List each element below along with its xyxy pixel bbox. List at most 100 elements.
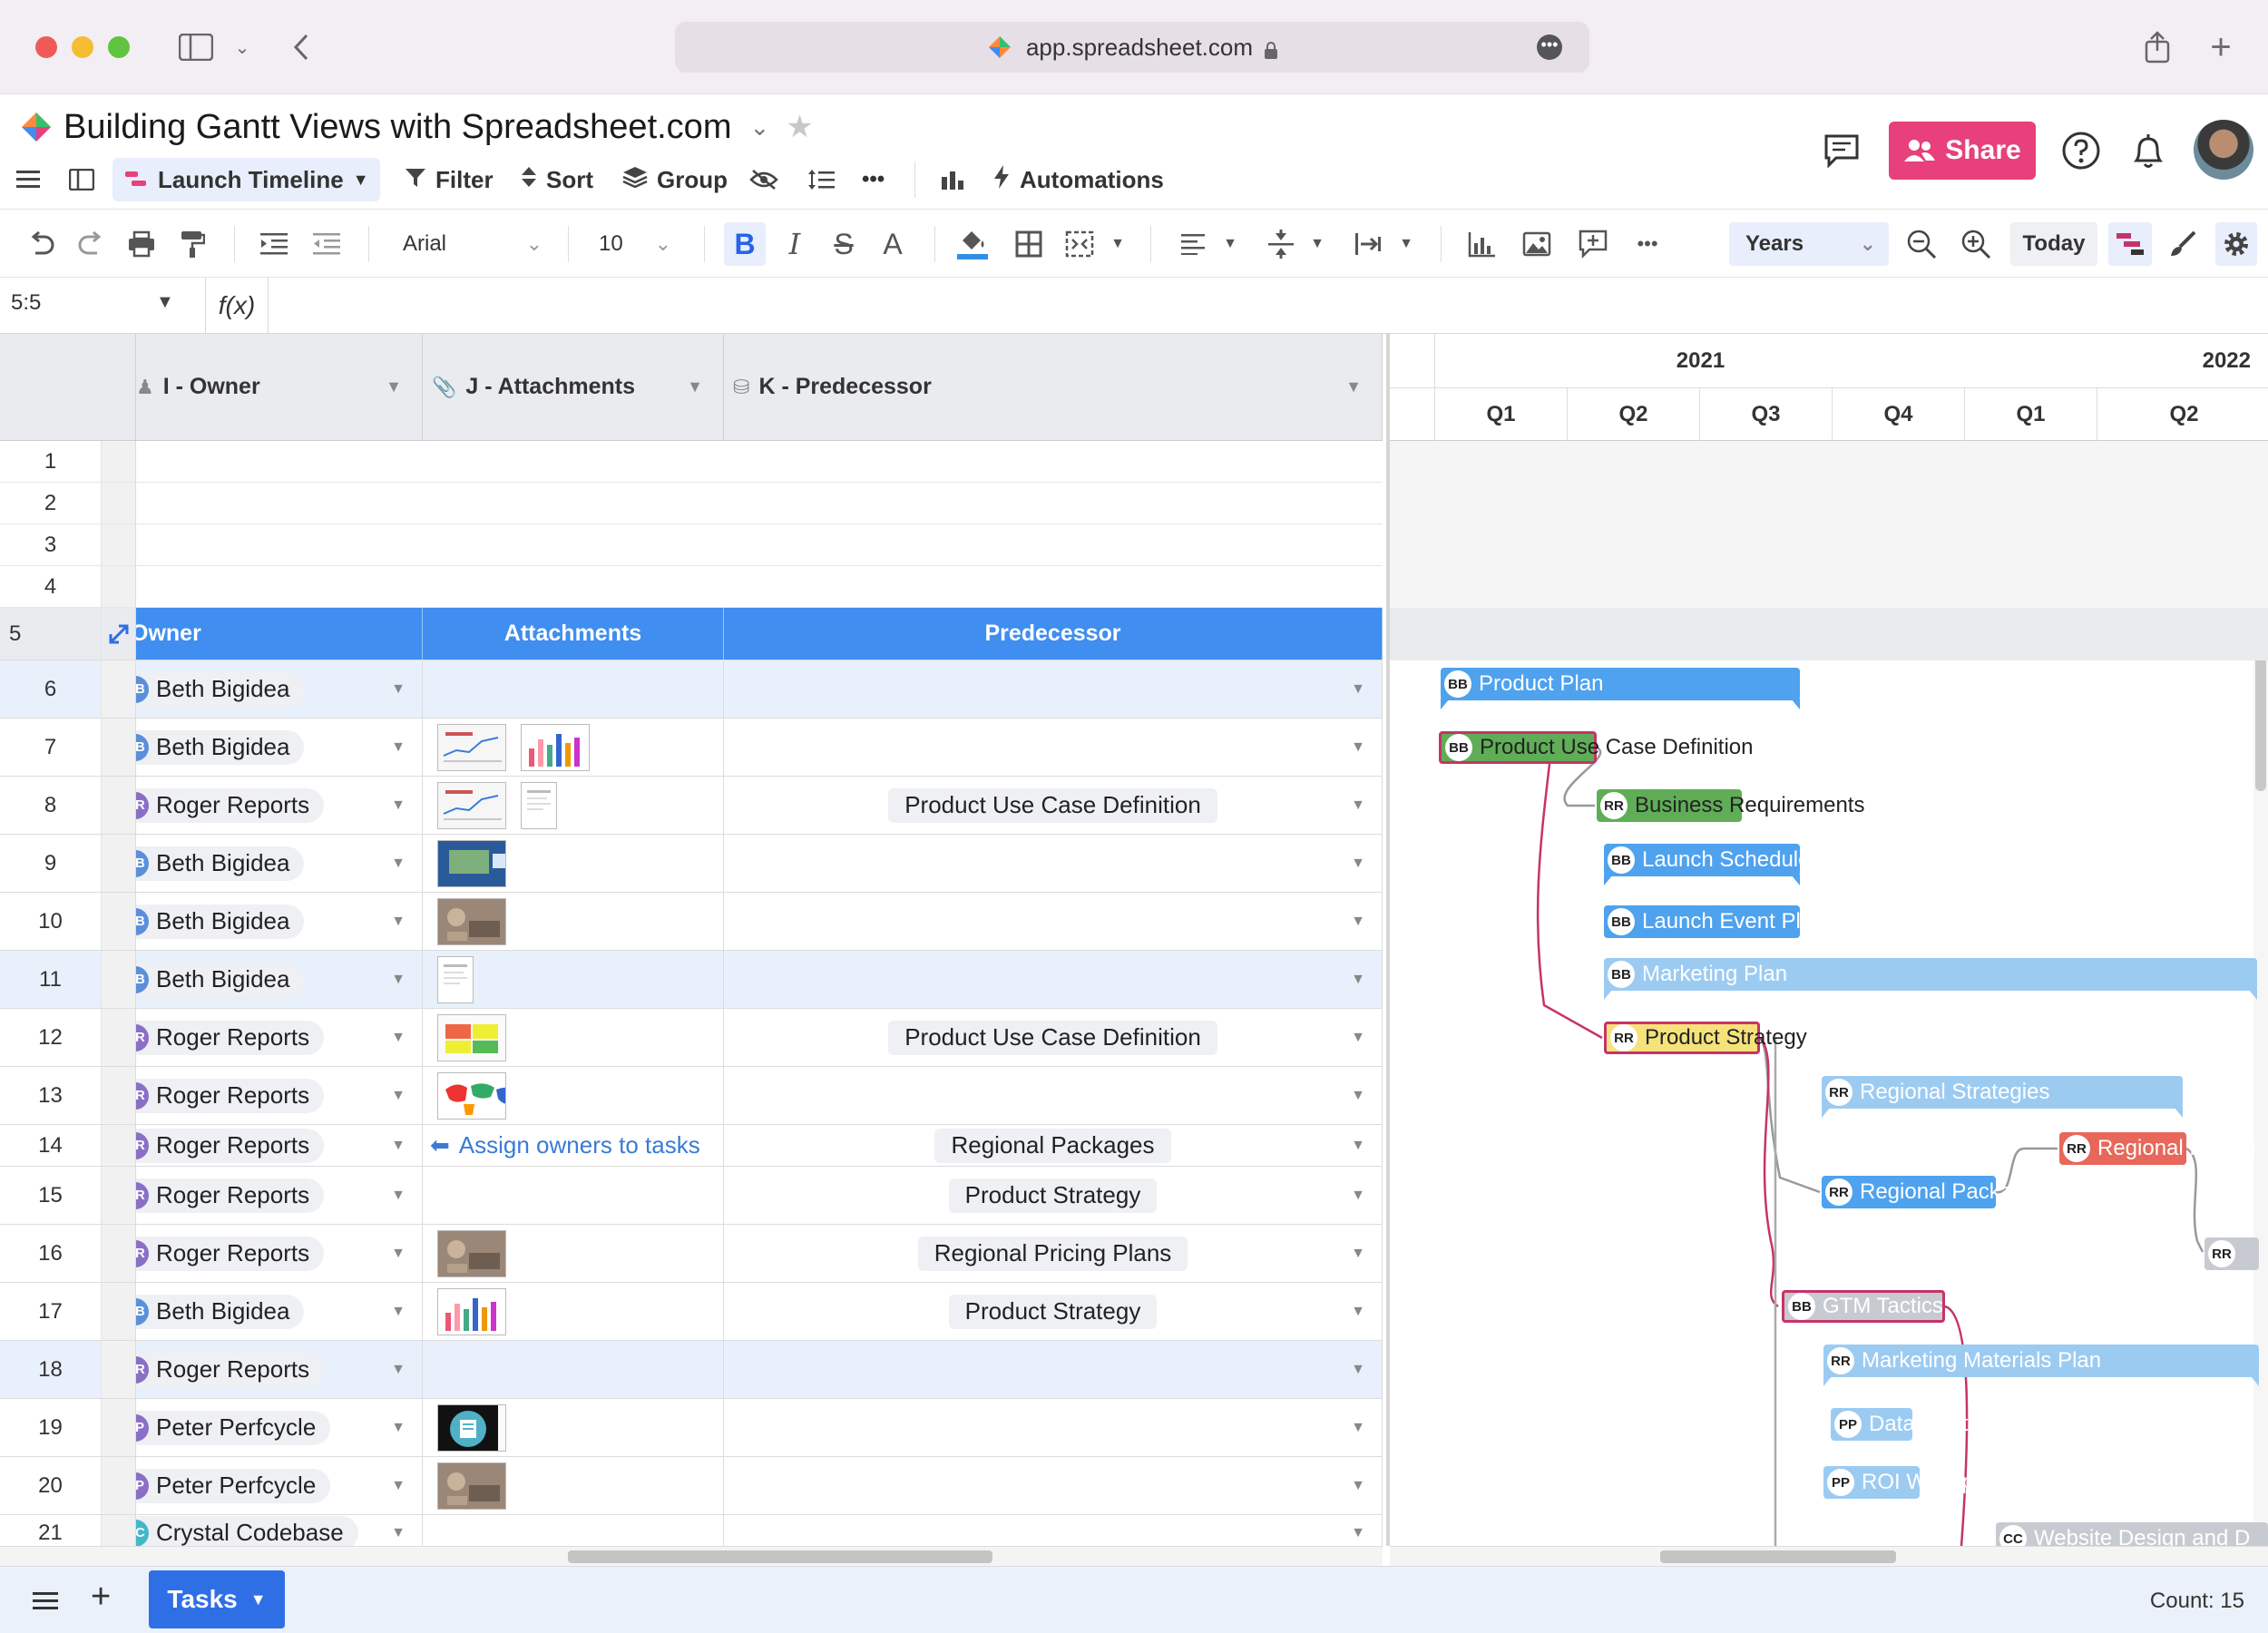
row-number[interactable]: 15 xyxy=(0,1167,102,1224)
owner-cell[interactable]: BBBeth Bigidea▼ xyxy=(136,893,423,950)
empty-cell[interactable] xyxy=(136,566,1383,607)
caret-down-icon[interactable]: ▼ xyxy=(391,1188,406,1204)
row-handle[interactable] xyxy=(102,566,136,607)
caret-down-icon[interactable]: ▼ xyxy=(386,377,402,396)
borders-icon[interactable] xyxy=(1011,222,1047,266)
predecessor-cell[interactable]: Product Strategy ▼ xyxy=(724,1283,1383,1340)
user-avatar[interactable] xyxy=(2194,120,2253,180)
owner-chip[interactable]: RRRoger Reports xyxy=(136,1128,325,1163)
column-header-predecessor[interactable]: ⛁ K - Predecessor ▼ xyxy=(724,334,1383,441)
row-number[interactable]: 9 xyxy=(0,835,102,892)
grid-corner[interactable] xyxy=(0,334,136,441)
caret-down-icon[interactable]: ▼ xyxy=(1351,1478,1365,1494)
row-handle[interactable] xyxy=(102,608,136,660)
caret-down-icon[interactable]: ▼ xyxy=(391,1246,406,1262)
vertical-align-icon[interactable] xyxy=(1263,222,1299,266)
attachment-thumbnail[interactable] xyxy=(437,1462,506,1510)
owner-cell[interactable]: RRRoger Reports▼ xyxy=(136,1125,423,1166)
row-height-icon[interactable] xyxy=(807,158,835,201)
gantt-task-bar[interactable]: RR Regional Strategies xyxy=(1822,1076,2183,1109)
owner-cell[interactable]: PPPeter Perfcycle ▼ xyxy=(136,1399,423,1456)
gantt-task-bar[interactable]: RR Regional Pricing xyxy=(2059,1132,2256,1165)
subheader-attachments[interactable]: Attachments xyxy=(423,608,724,660)
bold-button[interactable]: B xyxy=(724,222,766,266)
expand-row-icon[interactable] xyxy=(107,622,131,646)
attachment-thumbnail[interactable] xyxy=(437,1229,506,1277)
comments-icon[interactable] xyxy=(1820,129,1863,172)
owner-chip[interactable]: BBBeth Bigidea xyxy=(136,729,305,765)
table-row[interactable]: 1 xyxy=(0,441,1383,483)
owner-cell[interactable]: BBBeth Bigidea▼ xyxy=(136,1283,423,1340)
row-number[interactable]: 12 xyxy=(0,1009,102,1066)
table-row[interactable]: 7 BB Beth Bigidea ▼ ▼ xyxy=(0,719,1383,777)
gantt-task-bar[interactable]: PP ROI Whitepaper xyxy=(1823,1466,2018,1499)
caret-down-icon[interactable]: ▼ xyxy=(1351,856,1365,872)
caret-down-icon[interactable]: ▼ xyxy=(1395,222,1417,266)
owner-chip[interactable]: BBBeth Bigidea xyxy=(136,846,305,881)
owner-chip[interactable]: BBBeth Bigidea xyxy=(136,671,305,707)
attachment-thumbnail[interactable] xyxy=(437,839,506,887)
grid-horizontal-scrollbar[interactable] xyxy=(0,1546,1383,1566)
attachments-cell[interactable]: ⬅ Assign owners to tasks xyxy=(423,1125,724,1166)
owner-chip[interactable]: RRRoger Reports xyxy=(136,1352,325,1387)
text-color-button[interactable]: A xyxy=(875,222,911,266)
row-handle[interactable] xyxy=(102,1225,136,1282)
attachment-thumbnail[interactable] xyxy=(437,781,506,829)
today-button[interactable]: Today xyxy=(2010,222,2097,266)
predecessor-chip[interactable]: Product Strategy xyxy=(948,1294,1158,1329)
row-number[interactable]: 17 xyxy=(0,1283,102,1340)
caret-down-icon[interactable]: ▼ xyxy=(1351,1304,1365,1320)
owner-chip[interactable]: BBBeth Bigidea xyxy=(136,1294,305,1329)
indent-icon[interactable] xyxy=(258,222,290,266)
empty-cell[interactable] xyxy=(136,441,1383,482)
table-row[interactable]: 5 Owner Attachments Predecessor xyxy=(0,608,1383,660)
attachment-thumbnail[interactable] xyxy=(437,723,506,771)
predecessor-cell[interactable]: ▼ xyxy=(724,835,1383,892)
row-handle[interactable] xyxy=(102,1125,136,1166)
row-handle[interactable] xyxy=(102,660,136,718)
table-row[interactable]: 10 BB Beth Bigidea ▼ ▼ xyxy=(0,893,1383,951)
empty-cell[interactable] xyxy=(136,524,1383,565)
insert-comment-icon[interactable] xyxy=(1575,222,1611,266)
owner-chip[interactable]: RRRoger Reports xyxy=(136,1020,325,1055)
attachments-cell[interactable] xyxy=(423,1515,724,1546)
predecessor-cell[interactable]: ▼ xyxy=(724,1515,1383,1546)
row-number[interactable]: 10 xyxy=(0,893,102,950)
predecessor-chip[interactable]: Regional Packages xyxy=(934,1128,1171,1163)
row-number[interactable]: 19 xyxy=(0,1399,102,1456)
gantt-task-bar[interactable]: BB Launch Schedule xyxy=(1604,844,1810,876)
maximize-window-button[interactable] xyxy=(108,36,130,58)
attachments-cell[interactable] xyxy=(423,1341,724,1398)
share-page-icon[interactable] xyxy=(2137,27,2177,67)
gantt-task-bar[interactable]: BB Product Use Case Definition xyxy=(1439,731,1753,764)
caret-down-icon[interactable]: ▼ xyxy=(1345,377,1362,396)
column-header-attachments[interactable]: 📎 J - Attachments ▼ xyxy=(423,334,724,441)
owner-chip[interactable]: BBBeth Bigidea xyxy=(136,962,305,997)
caret-down-icon[interactable]: ▼ xyxy=(1306,222,1328,266)
row-number[interactable]: 16 xyxy=(0,1225,102,1282)
table-row[interactable]: 16RRRoger Reports▼Regional Pricing Plans… xyxy=(0,1225,1383,1283)
scrollbar-thumb[interactable] xyxy=(568,1550,992,1563)
owner-cell[interactable]: RRRoger Reports▼ xyxy=(136,1225,423,1282)
gantt-task-bar[interactable]: BB Marketing Plan xyxy=(1604,958,2257,991)
panel-toggle-icon[interactable] xyxy=(69,158,94,201)
table-row[interactable]: 14 RRRoger Reports ▼ ⬅ Assign owners to task… xyxy=(0,1125,1383,1167)
predecessor-cell[interactable]: ▼ xyxy=(724,1067,1383,1124)
row-handle[interactable] xyxy=(102,1009,136,1066)
predecessor-cell[interactable]: Regional Packages ▼ xyxy=(724,1125,1383,1166)
row-handle[interactable] xyxy=(102,835,136,892)
merge-cells-icon[interactable] xyxy=(1061,222,1098,266)
share-button[interactable]: Share xyxy=(1889,122,2036,180)
row-handle[interactable] xyxy=(102,1167,136,1224)
row-number[interactable]: 21 xyxy=(0,1515,102,1546)
assign-owners-link[interactable]: Assign owners to tasks xyxy=(459,1131,700,1159)
owner-cell[interactable]: BBBeth Bigidea▼ xyxy=(136,951,423,1008)
zoom-in-icon[interactable] xyxy=(1956,222,1996,266)
owner-cell[interactable]: CC Crystal Codebase ▼ xyxy=(136,1515,423,1546)
page-menu-icon[interactable]: ••• xyxy=(1537,34,1562,60)
caret-down-icon[interactable]: ▼ xyxy=(1351,797,1365,814)
caret-down-icon[interactable]: ▼ xyxy=(687,377,703,396)
caret-down-icon[interactable]: ▼ xyxy=(1107,222,1129,266)
row-number[interactable]: 11 xyxy=(0,951,102,1008)
attachments-cell[interactable] xyxy=(423,1399,724,1456)
